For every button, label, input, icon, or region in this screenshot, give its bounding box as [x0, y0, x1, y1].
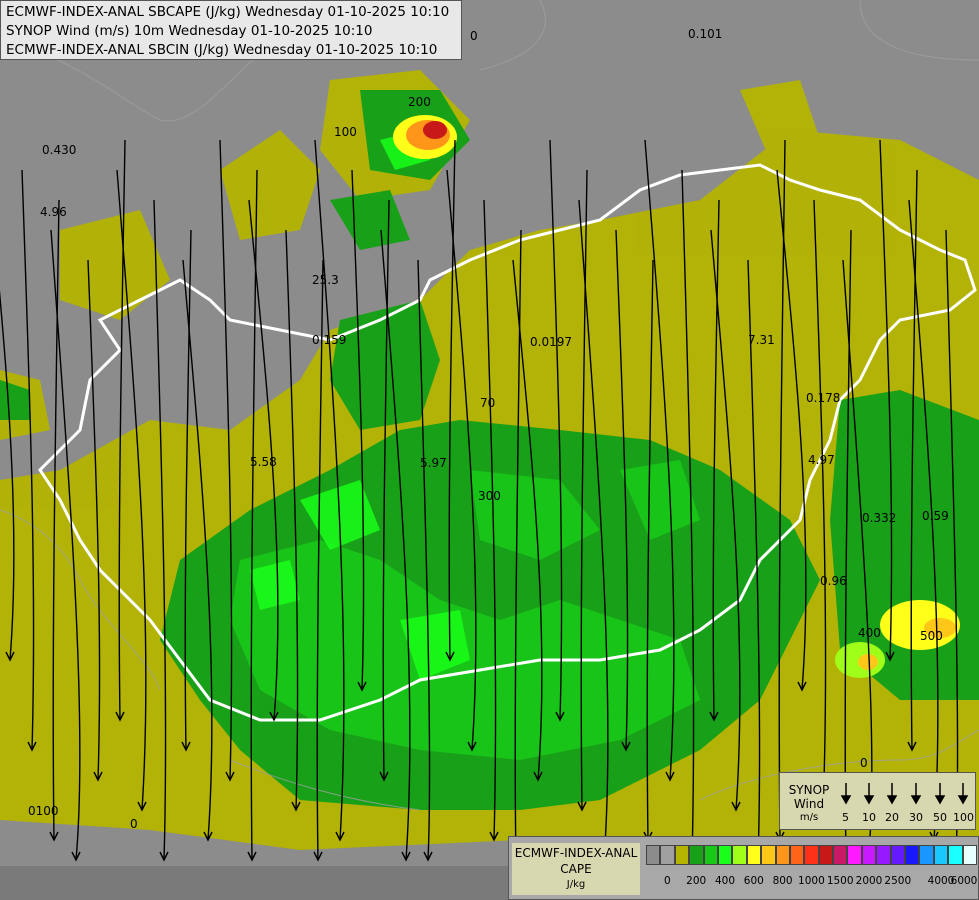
map-value-label: 7.31: [748, 333, 775, 347]
map-value-label: 4.96: [40, 205, 67, 219]
title-synop-wind: SYNOP Wind (m/s) 10m Wednesday 01-10-202…: [6, 23, 373, 39]
cape-swatch: [933, 845, 949, 865]
cape-swatch: [689, 845, 704, 865]
cape-swatch: [775, 845, 790, 865]
map-value-label: 0.430: [42, 143, 76, 157]
cape-tick: 0: [664, 875, 671, 887]
cape-swatch: [861, 845, 877, 865]
cape-swatch: [761, 845, 776, 865]
cape-tick: 200: [686, 875, 707, 887]
map-value-label: 0.101: [688, 27, 722, 41]
cape-color-swatches: [646, 845, 977, 865]
synop-arrow-icons: [840, 783, 969, 805]
map-value-label: 400: [858, 626, 881, 640]
cape-swatch: [732, 845, 747, 865]
synop-speed: 10: [862, 811, 876, 824]
map-value-label: 0: [470, 29, 478, 43]
cape-swatch: [948, 845, 963, 865]
cape-swatch: [660, 845, 675, 865]
weather-map: 0 0.1012001000.4304.9625.30.159 0.0197 7.31…: [0, 0, 979, 900]
cape-tick: 600: [743, 875, 764, 887]
cape-legend-title: ECMWF-INDEX-ANAL CAPE J/kg: [512, 843, 640, 895]
cape-swatch: [674, 845, 690, 865]
synop-speed: 30: [909, 811, 923, 824]
cape-swatch: [646, 845, 661, 865]
cape-swatch: [890, 845, 906, 865]
cape-swatch: [919, 845, 934, 865]
map-value-label: 0: [130, 817, 138, 831]
map-value-label: 0.59: [922, 509, 949, 523]
synop-speed: 50: [933, 811, 947, 824]
synop-speed-labels: 5 10 20 30 50 100: [836, 811, 976, 827]
arrow-down-icon: [910, 783, 922, 805]
map-value-label: 0.96: [820, 574, 847, 588]
cape-tick: 400: [714, 875, 736, 887]
map-value-label: 5.97: [420, 456, 447, 470]
synop-legend-title: SYNOP Wind m/s: [784, 783, 834, 825]
cape-tick-labels: 0 200 400 600 800 1000 1500 2000 2500 4000 6000: [646, 875, 978, 891]
arrow-down-icon: [957, 783, 969, 805]
map-value-label: 500: [920, 629, 943, 643]
synop-speed: 20: [885, 811, 899, 824]
map-value-label: 0: [860, 756, 868, 770]
synop-speed: 5: [842, 811, 849, 824]
cape-swatch: [876, 845, 891, 865]
map-value-label: 5.58: [250, 455, 277, 469]
map-value-label: 0.332: [862, 511, 896, 525]
cape-legend-title-line3: J/kg: [566, 879, 586, 890]
arrow-down-icon: [840, 783, 852, 805]
cape-swatch: [789, 845, 805, 865]
cape-tick: 800: [772, 875, 793, 887]
cape-swatch: [905, 845, 920, 865]
cape-legend: ECMWF-INDEX-ANAL CAPE J/kg 0 200 400 600 800…: [508, 836, 979, 900]
cape-swatch: [962, 845, 977, 865]
cape-tick: 6000: [950, 875, 978, 887]
map-value-label: 0.178: [806, 391, 840, 405]
cape-tick: 2000: [855, 875, 883, 887]
cape-swatch: [804, 845, 819, 865]
synop-wind-legend: SYNOP Wind m/s 5 10 20 30 50 100: [779, 772, 976, 830]
map-value-label: 0100: [28, 804, 59, 818]
map-value-label: 70: [480, 396, 495, 410]
arrow-down-icon: [886, 783, 898, 805]
cape-swatch: [847, 845, 862, 865]
synop-legend-title-line3: m/s: [799, 812, 819, 823]
cape-tick: 1500: [826, 875, 854, 887]
map-value-label: 100: [334, 125, 357, 139]
map-value-label: 0.0197: [530, 335, 572, 349]
cape-tick: 1000: [798, 875, 825, 887]
cape-legend-title-line1: ECMWF-INDEX-ANAL: [514, 846, 638, 860]
cape-legend-title-line2: CAPE: [560, 862, 592, 876]
arrow-down-icon: [863, 783, 875, 805]
map-title-box: ECMWF-INDEX-ANAL SBCAPE (J/kg) Wednesday…: [0, 0, 462, 60]
cape-swatch: [818, 845, 834, 865]
map-value-label: 300: [478, 489, 501, 503]
title-sbcin: ECMWF-INDEX-ANAL SBCIN (J/kg) Wednesday …: [6, 42, 438, 58]
cape-swatch: [717, 845, 733, 865]
cape-tick: 2500: [884, 875, 912, 887]
title-sbcape: ECMWF-INDEX-ANAL SBCAPE (J/kg) Wednesday…: [6, 4, 450, 20]
synop-speed: 100: [953, 811, 974, 824]
map-value-label: 25.3: [312, 273, 339, 287]
cape-swatch: [703, 845, 718, 865]
cape-swatch: [833, 845, 848, 865]
cape-swatch: [746, 845, 762, 865]
map-value-label: 200: [408, 95, 431, 109]
cape-hotspot: [393, 115, 457, 159]
synop-legend-title-line1: SYNOP: [788, 783, 830, 797]
arrow-down-icon: [934, 783, 946, 805]
map-value-label: 0.159: [312, 333, 346, 347]
map-value-label: 4.97: [808, 453, 835, 467]
synop-legend-title-line2: Wind: [793, 797, 825, 811]
